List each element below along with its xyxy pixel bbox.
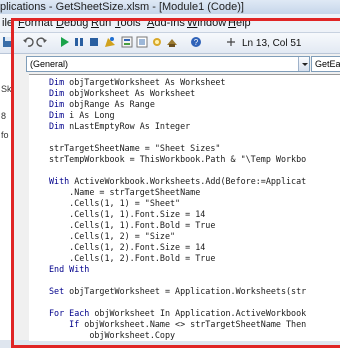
code-text: objWorksheet In Application.ActiveWorkbo…	[94, 308, 307, 318]
procedure-dropdown[interactable]: GetEachW	[311, 56, 340, 72]
chevron-down-icon[interactable]	[298, 57, 309, 71]
menu-tools[interactable]: Tools	[115, 17, 141, 29]
menu-bar: ile Format Debug Run Tools Add-Ins Windo…	[0, 14, 340, 33]
cursor-position-readout: Ln 13, Col 51	[242, 38, 302, 49]
run-icon[interactable]	[58, 36, 70, 48]
code-line: Dim objWorksheet As Worksheet	[49, 88, 195, 99]
code-keyword: For Each	[49, 308, 95, 318]
svg-text:?: ?	[194, 38, 199, 47]
code-keyword: If	[49, 319, 85, 329]
object-dropdown[interactable]: (General)	[26, 56, 310, 72]
code-line: Dim objTargetWorksheet As Worksheet	[49, 77, 225, 88]
panel-item[interactable]: Skt	[1, 84, 12, 94]
code-line: objWorksheet.Copy	[49, 330, 175, 341]
code-editor[interactable]: Dim objTargetWorksheet As Worksheet Dim o…	[29, 74, 340, 341]
code-keyword: With	[49, 176, 75, 186]
code-text: .Name = strTargetSheetName	[49, 187, 201, 197]
title-bar: plications - GetSheetSize.xlsm - [Module…	[0, 0, 340, 14]
properties-icon[interactable]	[136, 36, 148, 48]
code-line: .Cells(1, 1).Font.Size = 14	[49, 209, 205, 220]
code-text: strTargetSheetName = "Sheet Sizes"	[49, 143, 221, 153]
code-line: .Cells(1, 2) = "Size"	[49, 231, 175, 242]
project-explorer-panel: Skt 8 fo	[0, 54, 13, 340]
code-keyword: End With	[49, 264, 90, 274]
code-text: objTargetWorksheet As Worksheet	[69, 77, 226, 87]
code-line: .Name = strTargetSheetName	[49, 187, 200, 198]
code-line: Dim i As Long	[49, 110, 115, 121]
code-line: For Each objWorksheet In Application.Act…	[49, 308, 306, 319]
break-icon[interactable]	[73, 36, 85, 48]
code-keyword: Dim	[49, 99, 70, 109]
window-title: plications - GetSheetSize.xlsm - [Module…	[0, 1, 244, 13]
redo-icon[interactable]	[36, 36, 48, 48]
code-line: End With	[49, 264, 89, 275]
code-text: strTempWorkbook = ThisWorkbook.Path & "\…	[49, 154, 307, 164]
menu-format[interactable]: Format	[18, 17, 53, 29]
cursor-position-icon	[227, 38, 235, 46]
code-text: .Cells(1, 1).Font.Size = 14	[49, 209, 206, 219]
project-explorer-icon[interactable]	[121, 36, 133, 48]
reset-icon[interactable]	[88, 36, 100, 48]
code-text: ActiveWorkbook.Worksheets.Add(Before:=Ap…	[74, 176, 307, 186]
code-text: nLastEmptyRow As Integer	[69, 121, 191, 131]
code-keyword: Dim	[49, 121, 70, 131]
menu-run[interactable]: Run	[91, 17, 111, 29]
undo-icon[interactable]	[22, 36, 34, 48]
menu-window[interactable]: Window	[187, 17, 226, 29]
object-browser-icon[interactable]	[151, 36, 163, 48]
code-line: .Cells(1, 2).Font.Bold = True	[49, 253, 215, 264]
code-text: .Cells(1, 2).Font.Bold = True	[49, 253, 216, 263]
code-text: objWorksheet.Copy	[49, 330, 176, 340]
code-line: .Cells(1, 1) = "Sheet"	[49, 198, 180, 209]
code-keyword: Dim	[49, 110, 70, 120]
help-icon[interactable]: ?	[190, 36, 202, 48]
code-text: i As Long	[69, 110, 115, 120]
code-window: (General) GetEachW Dim objTargetWorkshee…	[13, 54, 340, 341]
code-text: .Cells(1, 2).Font.Size = 14	[49, 242, 206, 252]
code-text: objWorksheet As Worksheet	[69, 88, 196, 98]
code-text: objTargetWorksheet = Application.Workshe…	[69, 286, 307, 296]
toolbox-icon[interactable]	[166, 36, 178, 48]
code-keyword: Dim	[49, 88, 70, 98]
code-text: objWorksheet.Name <> strTargetSheetName …	[84, 319, 307, 329]
code-line: strTargetSheetName = "Sheet Sizes"	[49, 143, 220, 154]
panel-item[interactable]: fo	[1, 130, 9, 140]
code-line: Dim objRange As Range	[49, 99, 155, 110]
code-line: strTempWorkbook = ThisWorkbook.Path & "\…	[49, 154, 306, 165]
standard-toolbar: ? Ln 13, Col 51	[0, 33, 340, 54]
menu-help[interactable]: Help	[228, 17, 251, 29]
code-line: With ActiveWorkbook.Worksheets.Add(Befor…	[49, 176, 306, 187]
code-line: .Cells(1, 2).Font.Size = 14	[49, 242, 205, 253]
code-text: .Cells(1, 2) = "Size"	[49, 231, 176, 241]
code-line: Dim nLastEmptyRow As Integer	[49, 121, 190, 132]
menu-add-ins[interactable]: Add-Ins	[147, 17, 185, 29]
code-line: .Cells(1, 1).Font.Bold = True	[49, 220, 215, 231]
code-line: If objWorksheet.Name <> strTargetSheetNa…	[49, 319, 306, 330]
code-keyword: Dim	[49, 77, 70, 87]
code-text: objRange As Range	[69, 99, 155, 109]
save-icon[interactable]	[2, 36, 14, 48]
code-text: .Cells(1, 1).Font.Bold = True	[49, 220, 216, 230]
design-mode-icon[interactable]	[104, 36, 116, 48]
panel-item[interactable]: 8	[1, 111, 6, 121]
code-text: .Cells(1, 1) = "Sheet"	[49, 198, 181, 208]
menu-file[interactable]: ile	[2, 17, 13, 29]
code-keyword: Set	[49, 286, 70, 296]
menu-debug[interactable]: Debug	[56, 17, 88, 29]
code-line: Set objTargetWorksheet = Application.Wor…	[49, 286, 306, 297]
